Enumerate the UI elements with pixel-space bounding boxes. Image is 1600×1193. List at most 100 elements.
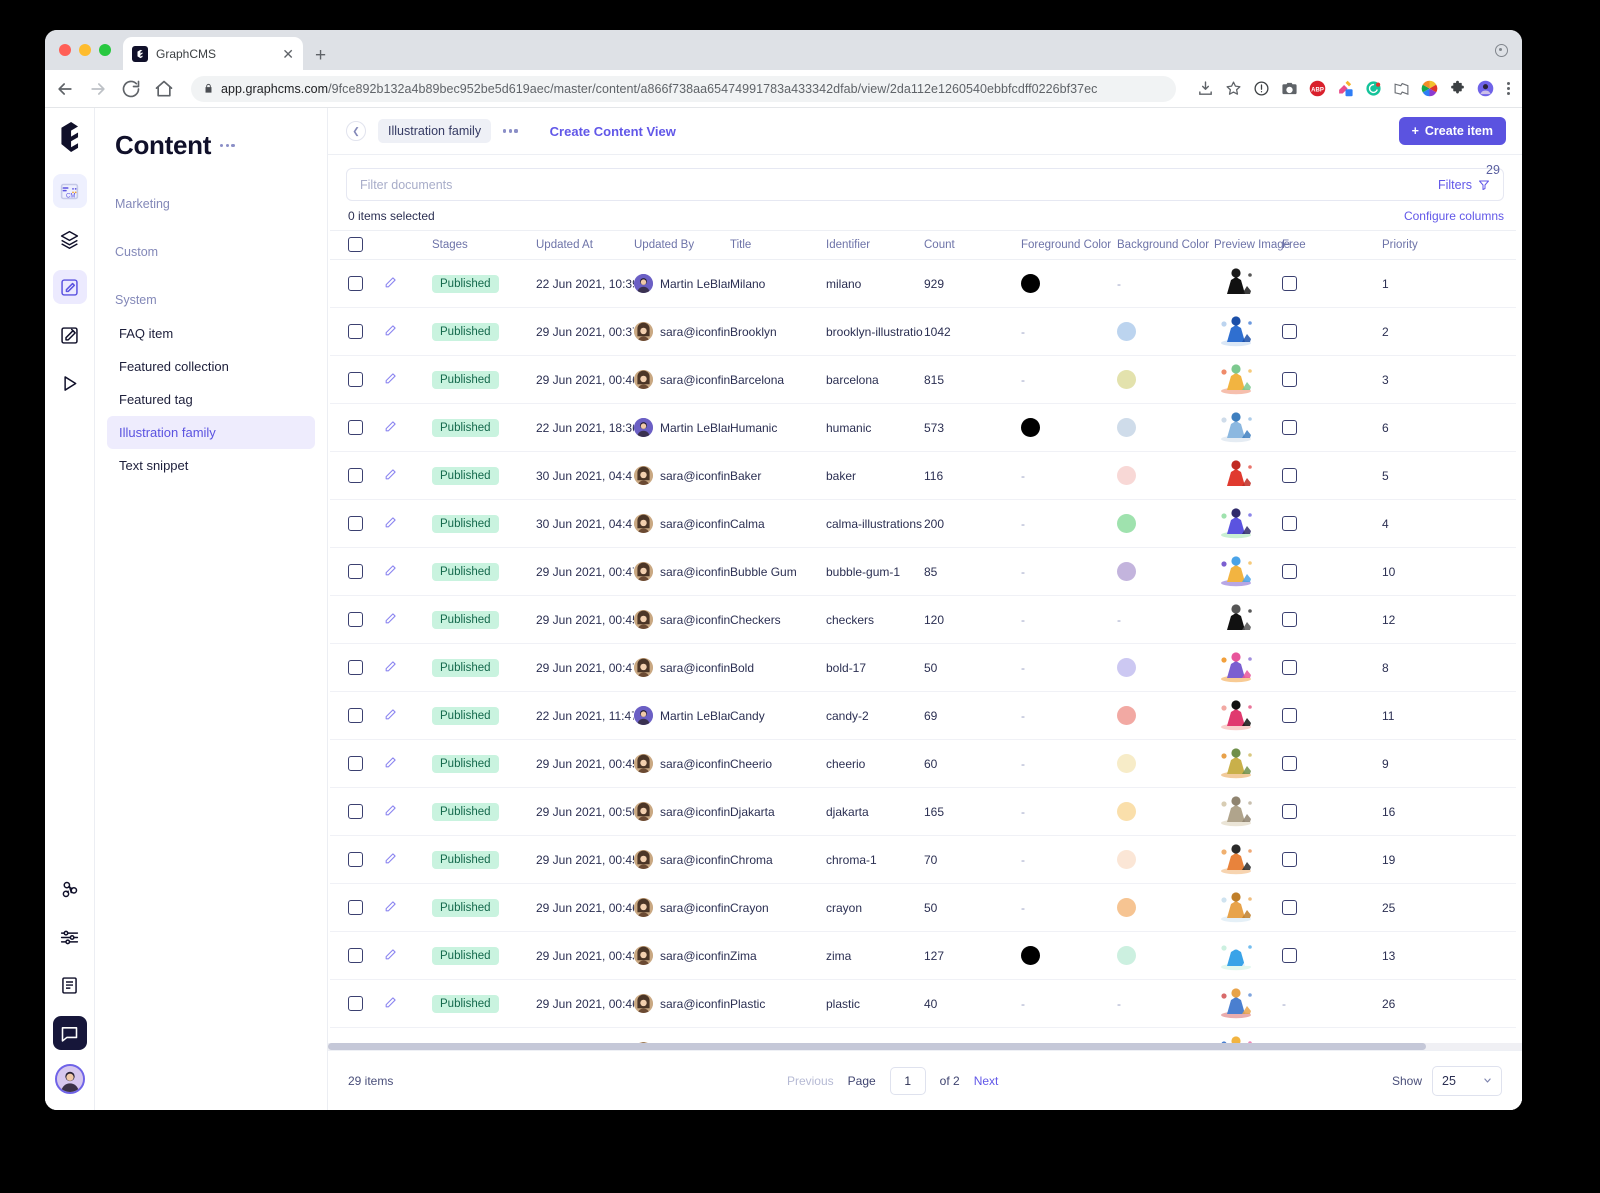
preview-image[interactable] — [1214, 360, 1258, 400]
previous-page-button[interactable]: Previous — [787, 1074, 834, 1088]
table-row[interactable]: Published 30 Jun 2021, 04:4 sara@iconfin… — [330, 500, 1516, 548]
row-checkbox[interactable] — [348, 276, 363, 291]
background-color-swatch[interactable] — [1117, 850, 1136, 869]
sidebar-item-featured-tag[interactable]: Featured tag — [107, 383, 315, 416]
edit-pencil-icon[interactable] — [384, 420, 397, 433]
color-picker-icon[interactable] — [1337, 80, 1354, 97]
free-checkbox[interactable] — [1282, 564, 1297, 579]
row-checkbox[interactable] — [348, 564, 363, 579]
row-checkbox[interactable] — [348, 468, 363, 483]
free-checkbox[interactable] — [1282, 852, 1297, 867]
background-color-swatch[interactable] — [1117, 562, 1136, 581]
select-all-checkbox[interactable] — [348, 237, 363, 252]
sidebar-item-layers[interactable] — [53, 222, 87, 256]
tab-search-icon[interactable] — [1495, 44, 1508, 57]
create-item-button[interactable]: + Create item — [1399, 117, 1506, 145]
row-checkbox[interactable] — [348, 948, 363, 963]
th-background-color[interactable]: Background Color — [1117, 231, 1214, 260]
table-row[interactable]: Published 29 Jun 2021, 00:46 sara@iconfi… — [330, 980, 1516, 1028]
graphcms-logo-icon[interactable] — [57, 122, 83, 152]
free-checkbox[interactable] — [1282, 420, 1297, 435]
free-checkbox[interactable] — [1282, 756, 1297, 771]
edit-pencil-icon[interactable] — [384, 564, 397, 577]
background-color-swatch[interactable] — [1117, 658, 1136, 677]
th-free[interactable]: Free — [1282, 231, 1382, 260]
preview-image[interactable] — [1214, 552, 1258, 592]
adblock-plus-icon[interactable]: ABP — [1309, 80, 1326, 97]
sidebar-item-webhooks[interactable] — [53, 872, 87, 906]
chevron-left-icon[interactable]: ❮ — [346, 121, 366, 141]
kebab-menu-icon[interactable] — [1505, 82, 1512, 96]
preview-image[interactable] — [1214, 792, 1258, 832]
horizontal-scrollbar[interactable] — [328, 1043, 1522, 1050]
sidebar-item-api-playground[interactable] — [53, 366, 87, 400]
grammarly-icon[interactable] — [1365, 80, 1382, 97]
edit-pencil-icon[interactable] — [384, 996, 397, 1009]
sidebar-item-faq-item[interactable]: FAQ item — [107, 317, 315, 350]
create-content-view-link[interactable]: Create Content View — [550, 124, 676, 139]
title-value[interactable]: Baker — [730, 469, 826, 483]
content-view-chip[interactable]: Illustration family — [378, 119, 491, 143]
info-circle-icon[interactable] — [1253, 80, 1270, 97]
edit-pencil-icon[interactable] — [384, 372, 397, 385]
row-checkbox[interactable] — [348, 900, 363, 915]
preview-image[interactable] — [1214, 744, 1258, 784]
screenshot-camera-icon[interactable] — [1281, 80, 1298, 97]
title-value[interactable]: Brooklyn — [730, 325, 826, 339]
th-identifier[interactable]: Identifier — [826, 231, 924, 260]
th-preview-image[interactable]: Preview Image — [1214, 231, 1282, 260]
table-row[interactable]: Published 29 Jun 2021, 00:45 sara@iconfi… — [330, 740, 1516, 788]
title-value[interactable]: Chroma — [730, 853, 826, 867]
foreground-color-swatch[interactable] — [1021, 274, 1040, 293]
free-checkbox[interactable] — [1282, 948, 1297, 963]
window-controls[interactable] — [59, 30, 123, 70]
table-row[interactable]: Published 30 Jun 2021, 04:4 sara@iconfin… — [330, 452, 1516, 500]
preview-image[interactable] — [1214, 984, 1258, 1024]
background-color-swatch[interactable] — [1117, 514, 1136, 533]
install-app-icon[interactable] — [1197, 80, 1214, 97]
more-dots-icon[interactable] — [220, 144, 235, 147]
arrow-left-icon[interactable] — [55, 79, 75, 99]
free-checkbox[interactable] — [1282, 708, 1297, 723]
reload-icon[interactable] — [121, 79, 141, 99]
free-checkbox[interactable] — [1282, 276, 1297, 291]
title-value[interactable]: Bold — [730, 661, 826, 675]
home-icon[interactable] — [154, 79, 174, 99]
edit-pencil-icon[interactable] — [384, 516, 397, 529]
row-checkbox[interactable] — [348, 372, 363, 387]
sidebar-item-schema[interactable]: CM — [53, 174, 87, 208]
free-checkbox[interactable] — [1282, 468, 1297, 483]
sidebar-item-settings[interactable] — [53, 920, 87, 954]
extensions-puzzle-icon[interactable] — [1449, 80, 1466, 97]
sidebar-item-text-snippet[interactable]: Text snippet — [107, 449, 315, 482]
page-size-select[interactable]: 25 — [1432, 1066, 1502, 1096]
preview-image[interactable] — [1214, 600, 1258, 640]
th-priority[interactable]: Priority — [1382, 231, 1516, 260]
table-row[interactable]: Published 29 Jun 2021, 00:46 sara@iconfi… — [330, 884, 1516, 932]
background-color-swatch[interactable] — [1117, 466, 1136, 485]
title-value[interactable]: Barcelona — [730, 373, 826, 387]
free-checkbox[interactable] — [1282, 612, 1297, 627]
nav-group-system[interactable]: System — [107, 283, 315, 317]
background-color-swatch[interactable] — [1117, 754, 1136, 773]
title-value[interactable]: Bubble Gum — [730, 565, 826, 579]
filters-button[interactable]: Filters — [1425, 178, 1503, 192]
title-value[interactable]: Calma — [730, 517, 826, 531]
th-foreground-color[interactable]: Foreground Color — [1021, 231, 1117, 260]
foreground-color-swatch[interactable] — [1021, 418, 1040, 437]
background-color-swatch[interactable] — [1117, 898, 1136, 917]
row-checkbox[interactable] — [348, 324, 363, 339]
th-title[interactable]: Title — [730, 231, 826, 260]
table-row[interactable]: Published 29 Jun 2021, 00:37 sara@iconfi… — [330, 308, 1516, 356]
row-checkbox[interactable] — [348, 996, 363, 1011]
next-page-button[interactable]: Next — [974, 1074, 999, 1088]
background-color-swatch[interactable] — [1117, 370, 1136, 389]
free-checkbox[interactable] — [1282, 900, 1297, 915]
title-value[interactable]: Candy — [730, 709, 826, 723]
free-checkbox[interactable] — [1282, 324, 1297, 339]
foreground-color-swatch[interactable] — [1021, 946, 1040, 965]
free-checkbox[interactable] — [1282, 372, 1297, 387]
th-updated-at[interactable]: Updated At — [536, 231, 634, 260]
free-checkbox[interactable] — [1282, 660, 1297, 675]
preview-image[interactable] — [1214, 312, 1258, 352]
